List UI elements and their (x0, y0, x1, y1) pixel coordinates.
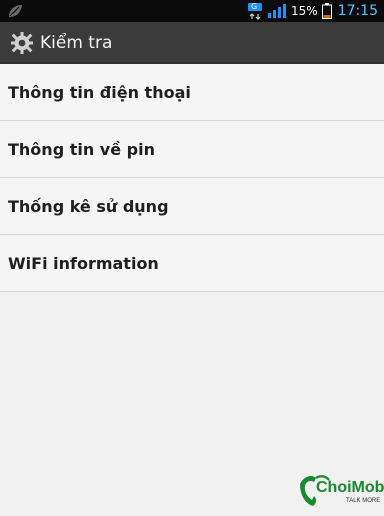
list-item-battery-info[interactable]: Thông tin về pin (0, 121, 384, 178)
watermark-brand: ChoiMobile (316, 479, 384, 496)
battery-percent: 15% (290, 4, 318, 18)
network-indicator: G (247, 2, 263, 20)
list-item-label: Thông tin về pin (8, 139, 155, 159)
network-badge: G (250, 2, 258, 11)
list-item-usage-stats[interactable]: Thống kê sử dụng (0, 178, 384, 235)
list-item-phone-info[interactable]: Thông tin điện thoại (0, 64, 384, 121)
status-bar: G 15% 17:15 (0, 0, 384, 22)
list-item-label: Thống kê sử dụng (8, 196, 169, 216)
list-item-label: Thông tin điện thoại (8, 82, 191, 102)
list-item-label: WiFi information (8, 253, 159, 273)
action-bar: Kiểm tra (0, 22, 384, 64)
battery-icon (321, 3, 332, 19)
watermark-logo: ChoiMobile TALK MORE (296, 468, 384, 512)
status-indicators: G 15% 17:15 (247, 0, 378, 22)
list-item-wifi-info[interactable]: WiFi information (0, 235, 384, 292)
settings-list: Thông tin điện thoại Thông tin về pin Th… (0, 64, 384, 292)
page-title: Kiểm tra (40, 33, 113, 53)
leaf-icon (7, 3, 23, 19)
gear-icon[interactable] (10, 31, 34, 55)
watermark-tagline: TALK MORE (346, 498, 380, 504)
clock: 17:15 (337, 3, 378, 19)
signal-icon (267, 3, 287, 19)
